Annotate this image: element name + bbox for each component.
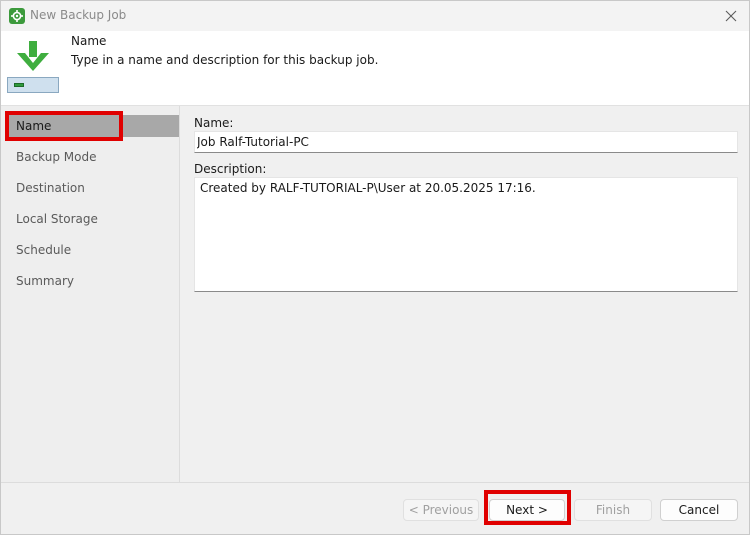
step-description: Type in a name and description for this … xyxy=(71,53,379,67)
sidebar-item-local-storage[interactable]: Local Storage xyxy=(7,208,179,230)
close-button[interactable] xyxy=(721,6,741,26)
next-button[interactable]: Next > xyxy=(489,499,565,521)
description-label: Description: xyxy=(194,162,267,176)
sidebar-item-label: Summary xyxy=(16,274,74,288)
sidebar-item-name[interactable]: Name xyxy=(7,115,179,137)
wizard-header: Name Type in a name and description for … xyxy=(1,31,749,105)
finish-button[interactable]: Finish xyxy=(574,499,652,521)
close-icon xyxy=(725,10,737,22)
sidebar-item-destination[interactable]: Destination xyxy=(7,177,179,199)
name-input[interactable] xyxy=(194,131,738,153)
new-backup-job-window: New Backup Job Name Type in a name and d… xyxy=(0,0,750,535)
previous-button[interactable]: < Previous xyxy=(403,499,479,521)
download-arrow-icon xyxy=(15,41,51,75)
sidebar-item-schedule[interactable]: Schedule xyxy=(7,239,179,261)
sidebar-item-label: Local Storage xyxy=(16,212,98,226)
sidebar-item-label: Backup Mode xyxy=(16,150,97,164)
veeam-gear-icon xyxy=(9,8,25,24)
sidebar-item-summary[interactable]: Summary xyxy=(7,270,179,292)
cancel-button[interactable]: Cancel xyxy=(660,499,738,521)
description-input[interactable]: Created by RALF-TUTORIAL-P\User at 20.05… xyxy=(194,177,738,292)
step-title: Name xyxy=(71,34,107,48)
window-title: New Backup Job xyxy=(30,8,127,22)
title-bar: New Backup Job xyxy=(1,1,749,31)
name-label: Name: xyxy=(194,116,234,130)
wizard-content: Name: Description: Created by RALF-TUTOR… xyxy=(180,106,749,482)
sidebar-item-label: Schedule xyxy=(16,243,72,257)
sidebar-item-label: Name xyxy=(16,119,52,133)
wizard-footer: < Previous Next > Finish Cancel xyxy=(1,483,749,534)
wizard-steps-sidebar: Name Backup Mode Destination Local Stora… xyxy=(1,106,179,482)
drive-led xyxy=(14,83,24,87)
sidebar-item-label: Destination xyxy=(16,181,85,195)
sidebar-item-backup-mode[interactable]: Backup Mode xyxy=(7,146,179,168)
backup-drive-icon xyxy=(7,77,59,93)
